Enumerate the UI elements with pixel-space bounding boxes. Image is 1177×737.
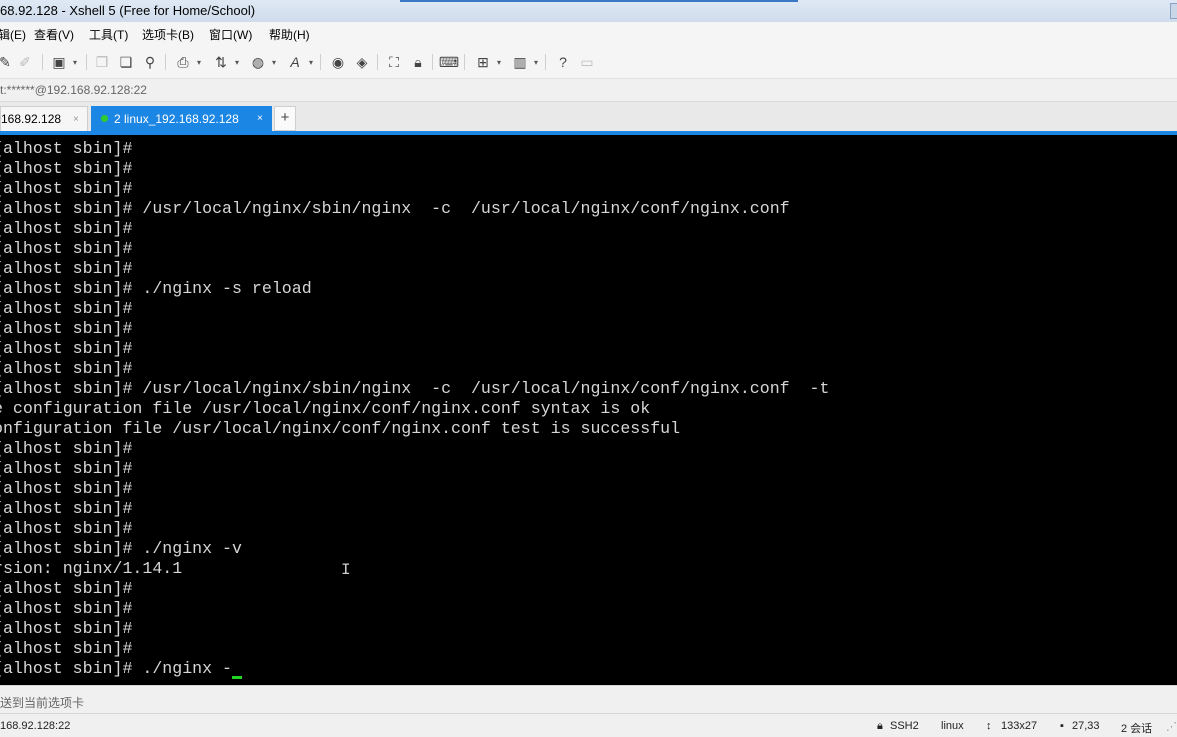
layout-icon[interactable]: ▥ (511, 53, 538, 71)
terminal-line: [alhost sbin]# (0, 459, 133, 478)
help-icon[interactable]: ? (554, 53, 572, 71)
menu-tools[interactable]: 工具(T) (89, 26, 128, 43)
send-bar: 送到当前选项卡 (0, 685, 1177, 714)
terminal-line: e configuration file /usr/local/nginx/co… (0, 399, 651, 418)
toolbar-separator (545, 54, 546, 70)
status-sessions: 2 会话 (1121, 723, 1153, 735)
transfer-icon[interactable]: ⇅ (212, 53, 239, 71)
terminal-line: [alhost sbin]# (0, 219, 133, 238)
globe-icon[interactable]: ◍ (249, 53, 276, 71)
text-cursor-icon: I (341, 561, 351, 579)
terminal-line: [alhost sbin]# (0, 359, 133, 378)
terminal-line: [alhost sbin]# (0, 239, 133, 258)
brush-icon[interactable]: ✐ (16, 53, 34, 71)
status-dot-icon (101, 115, 108, 122)
cursor-position-icon: ▪ (1060, 720, 1064, 732)
print-icon[interactable]: ⎙ (174, 53, 201, 71)
terminal-line: [alhost sbin]# (0, 499, 133, 518)
menu-window[interactable]: 窗口(W) (209, 26, 252, 43)
toolbar-separator (432, 54, 433, 70)
terminal-line: [alhost sbin]# ./nginx - (0, 659, 242, 679)
terminal-line: [alhost sbin]# (0, 259, 133, 278)
status-bar: 168.92.128:22 🔒︎ SSH2 linux ↕ 133x27 ▪ 2… (0, 713, 1177, 737)
send-to-tab-input[interactable]: 送到当前选项卡 (0, 694, 84, 711)
terminal-size-icon: ↕ (986, 720, 992, 732)
fullscreen-icon[interactable]: ⛶ (385, 53, 403, 71)
lock-icon: 🔒︎ (877, 720, 883, 732)
tab-session-1[interactable]: 168.92.128 × (0, 106, 88, 131)
toolbar-separator (377, 54, 378, 70)
status-size: 133x27 (1001, 720, 1038, 732)
title-accent (400, 0, 798, 2)
tab-label: 168.92.128 (1, 112, 62, 126)
close-icon[interactable]: × (257, 113, 263, 124)
font-icon[interactable]: A (286, 53, 313, 71)
status-os: linux (941, 720, 964, 732)
close-icon[interactable]: × (73, 114, 79, 125)
resize-grip-icon[interactable]: ⋰ (1166, 720, 1177, 733)
wand-icon[interactable]: ✎ (0, 53, 14, 71)
script-icon[interactable]: ◈ (353, 53, 371, 71)
terminal-pane[interactable]: [alhost sbin]# [alhost sbin]# [alhost sbin… (0, 135, 1177, 685)
status-protocol: SSH2 (890, 720, 919, 732)
title-bar: 68.92.128 - Xshell 5 (Free for Home/Scho… (0, 0, 1177, 22)
terminal-line: [alhost sbin]# (0, 619, 133, 638)
terminal-line: [alhost sbin]# (0, 139, 133, 158)
terminal-line: [alhost sbin]# (0, 179, 133, 198)
status-position: 27,33 (1072, 720, 1100, 732)
terminal-line: [alhost sbin]# (0, 319, 133, 338)
menu-help[interactable]: 帮助(H) (269, 26, 310, 43)
menu-edit[interactable]: 辑(E) (0, 26, 26, 43)
xftp-icon[interactable]: ◉ (329, 53, 347, 71)
tab-session-2[interactable]: 2 linux_192.168.92.128 × (91, 106, 272, 131)
menu-view[interactable]: 查看(V) (34, 26, 74, 43)
terminal-line: [alhost sbin]# /usr/local/nginx/sbin/ngi… (0, 199, 790, 218)
address-bar: t:******@192.168.92.128:22 (0, 79, 1177, 102)
terminal-cursor (232, 676, 242, 679)
paste-icon[interactable]: ❏ (117, 53, 135, 71)
find-icon[interactable]: ⚲ (141, 53, 159, 71)
properties-icon[interactable]: ▣ (50, 53, 77, 71)
terminal-line: [alhost sbin]# (0, 339, 133, 358)
toolbar-separator (320, 54, 321, 70)
address-field[interactable]: t:******@192.168.92.128:22 (0, 83, 147, 97)
menu-tabs[interactable]: 选项卡(B) (142, 26, 194, 43)
tab-label: 2 linux_192.168.92.128 (114, 111, 239, 126)
toolbar-separator (86, 54, 87, 70)
terminal-line: [alhost sbin]# (0, 579, 133, 598)
terminal-line: [alhost sbin]# (0, 479, 133, 498)
menu-bar: 辑(E) 查看(V) 工具(T) 选项卡(B) 窗口(W) 帮助(H) (0, 22, 1177, 46)
terminal-line: [alhost sbin]# (0, 439, 133, 458)
toolbar-separator (165, 54, 166, 70)
chat-icon[interactable]: ▭ (578, 53, 596, 71)
terminal-line: [alhost sbin]# ./nginx -v (0, 539, 242, 558)
toolbar-separator (42, 54, 43, 70)
window-control-button[interactable] (1170, 3, 1177, 19)
terminal-line: [alhost sbin]# ./nginx -s reload (0, 279, 312, 298)
terminal-line: onfiguration file /usr/local/nginx/conf/… (0, 419, 681, 438)
terminal-line: rsion: nginx/1.14.1 (0, 559, 183, 578)
new-tab-icon[interactable]: ⊞ (474, 53, 501, 71)
terminal-line: [alhost sbin]# /usr/local/nginx/sbin/ngi… (0, 379, 830, 398)
status-host: 168.92.128:22 (0, 720, 71, 732)
terminal-line: [alhost sbin]# (0, 519, 133, 538)
lock-icon[interactable]: 🔒︎ (409, 53, 427, 71)
toolbar: ✎ ✐ ▣ ❐ ❏ ⚲ ⎙ ⇅ ◍ A ◉ ◈ ⛶ 🔒︎ ⌨ ⊞ ▥ ? ▭ (0, 46, 1177, 79)
terminal-line: [alhost sbin]# (0, 639, 133, 658)
terminal-line: [alhost sbin]# (0, 299, 133, 318)
keyboard-icon[interactable]: ⌨ (439, 53, 459, 71)
window-title: 68.92.128 - Xshell 5 (Free for Home/Scho… (0, 3, 256, 18)
toolbar-separator (464, 54, 465, 70)
add-tab-button[interactable]: + (274, 106, 296, 131)
copy-icon[interactable]: ❐ (93, 53, 111, 71)
tab-strip: 168.92.128 × 2 linux_192.168.92.128 × + (0, 102, 1177, 131)
terminal-line: [alhost sbin]# (0, 599, 133, 618)
terminal-line: [alhost sbin]# (0, 159, 133, 178)
